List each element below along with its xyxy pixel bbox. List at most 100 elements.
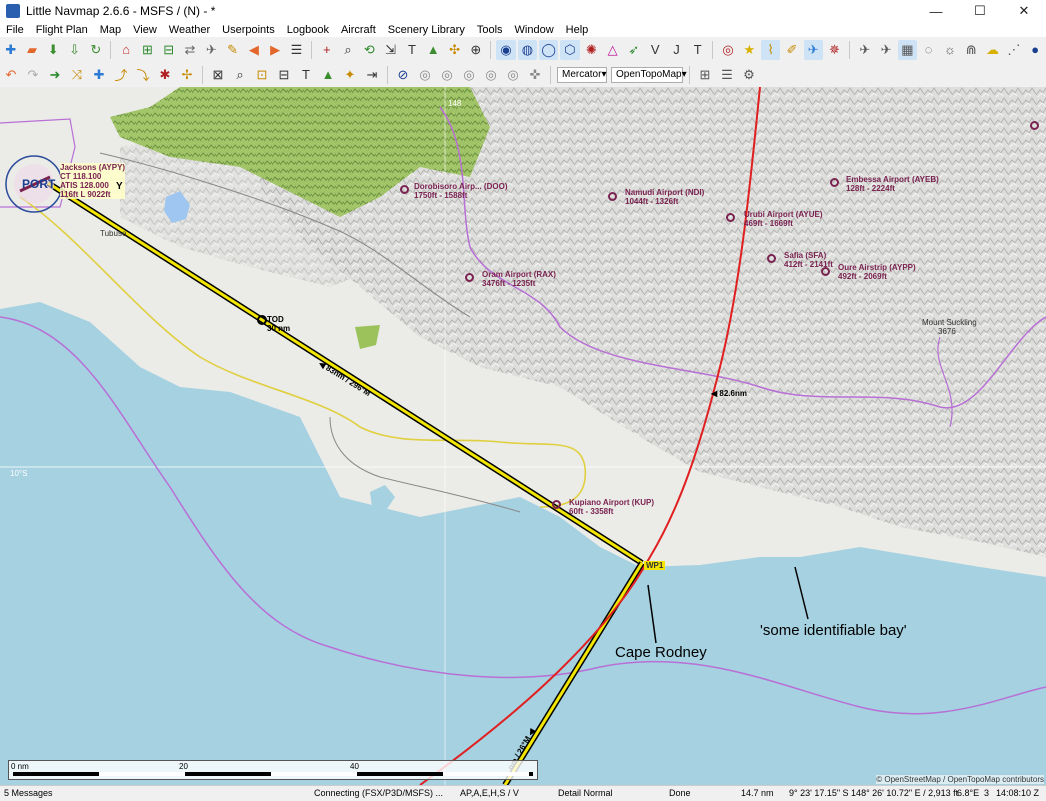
airport-marker-offscreen[interactable] xyxy=(1030,121,1039,130)
globe-icon[interactable]: ● xyxy=(1026,40,1045,60)
add-waypoint-icon[interactable]: ⊞ xyxy=(138,40,157,60)
airport-marker-kup[interactable] xyxy=(552,500,561,509)
distance-icon[interactable]: ⊘ xyxy=(393,65,413,85)
save-as-icon[interactable]: ⇩ xyxy=(65,40,84,60)
weather-icon[interactable]: ☁ xyxy=(983,40,1002,60)
airport-label-ayeb[interactable]: Embessa Airport (AYEB) 128ft - 2224ft xyxy=(846,175,939,193)
insert-icon[interactable]: ✚ xyxy=(89,65,109,85)
airport-label-doo[interactable]: Dorobisoro Airp... (DOO) 1750ft - 1588ft xyxy=(414,182,507,200)
waypoint-icon[interactable]: ◯ xyxy=(539,39,559,60)
menu-file[interactable]: File xyxy=(0,24,30,36)
menu-scenery-library[interactable]: Scenery Library xyxy=(382,24,471,36)
route-line-icon[interactable]: ⌇ xyxy=(760,39,781,60)
status-messages[interactable]: 5 Messages xyxy=(4,788,53,798)
measure-icon[interactable]: ✜ xyxy=(525,65,545,85)
reverse-icon[interactable]: ⇄ xyxy=(180,40,199,60)
range-ring3-icon[interactable]: ◎ xyxy=(459,65,479,85)
list-icon[interactable]: ☰ xyxy=(287,40,306,60)
edit-plan-icon[interactable]: ✎ xyxy=(223,40,242,60)
terrain-icon[interactable]: ▲ xyxy=(318,65,338,85)
menu-userpoints[interactable]: Userpoints xyxy=(216,24,281,36)
airport-label-ayue[interactable]: Urubi Airport (AYUE) 469ft - 1669ft xyxy=(744,210,823,228)
calc-icon[interactable]: ✈ xyxy=(202,40,221,60)
highlight-icon[interactable]: ✣ xyxy=(445,40,464,60)
nav-icon[interactable]: ⇲ xyxy=(381,40,400,60)
arrow-icon[interactable]: ➶ xyxy=(624,40,643,60)
waypoint-label-wp1[interactable]: WP1 xyxy=(644,561,666,570)
airport-label-ndi[interactable]: Namudi Airport (NDI) 1044ft - 1326ft xyxy=(625,188,704,206)
menu-aircraft[interactable]: Aircraft xyxy=(335,24,382,36)
maximize-button[interactable]: ☐ xyxy=(958,0,1002,22)
text-icon[interactable]: T xyxy=(402,40,421,60)
airport-label-kup[interactable]: Kupiano Airport (KUP) 60ft - 3358ft xyxy=(569,498,654,516)
airspace-alt-icon[interactable]: ⋒ xyxy=(962,40,981,60)
minimize-button[interactable]: — xyxy=(914,0,958,22)
range-ring5-icon[interactable]: ◎ xyxy=(503,65,523,85)
menu-flight-plan[interactable]: Flight Plan xyxy=(30,24,94,36)
back-icon[interactable]: ◀ xyxy=(244,40,263,60)
victor-icon[interactable]: V xyxy=(646,40,665,60)
route-icon[interactable]: ⊟ xyxy=(159,40,178,60)
grid-icon[interactable]: ◌ xyxy=(919,40,938,60)
range-ring-icon[interactable]: ◎ xyxy=(415,65,435,85)
close-button[interactable]: ✕ xyxy=(1002,0,1046,22)
vor-icon[interactable]: ◉ xyxy=(496,39,516,60)
descend-icon[interactable]: ⤵ xyxy=(133,65,153,85)
sun-icon[interactable]: ☼ xyxy=(940,40,959,60)
proc-icon[interactable]: ⊡ xyxy=(252,65,272,85)
airport-marker-doo[interactable] xyxy=(400,185,409,194)
airport-marker-ayue[interactable] xyxy=(726,213,735,222)
legs-icon[interactable]: ⊟ xyxy=(274,65,294,85)
new-flightplan-icon[interactable]: ✚ xyxy=(1,40,20,60)
export-icon[interactable]: ⇥ xyxy=(362,65,382,85)
forward-icon[interactable]: ▶ xyxy=(266,40,285,60)
text-tool-icon[interactable]: T xyxy=(296,65,316,85)
plugin-icon[interactable]: ⊕ xyxy=(466,40,485,60)
reload-icon[interactable]: ↻ xyxy=(86,40,105,60)
direct-icon[interactable]: ⤨ xyxy=(67,65,87,85)
triangle-icon[interactable]: △ xyxy=(603,40,622,60)
ndb-icon[interactable]: ◍ xyxy=(517,39,538,60)
airport-marker-aypp[interactable] xyxy=(821,267,830,276)
map-view[interactable]: Dorobisoro Airp... (DOO) 1750ft - 1588ft… xyxy=(0,87,1046,785)
zoom-icon[interactable]: ⌕ xyxy=(338,40,357,60)
home-icon[interactable]: ⌂ xyxy=(116,40,135,60)
star-icon[interactable]: ★ xyxy=(740,40,759,60)
airport-marker-ayeb[interactable] xyxy=(830,178,839,187)
wind-icon[interactable]: ⋰ xyxy=(1004,40,1023,60)
airport-label-rax[interactable]: Oram Airport (RAX) 3476ft - 1235ft xyxy=(482,270,556,288)
airport-icon[interactable]: + xyxy=(317,40,336,60)
theme-select[interactable]: OpenTopoMap ▾ xyxy=(611,66,687,83)
spark-icon[interactable]: ✱ xyxy=(155,65,175,85)
aircraft-trail-icon[interactable]: ✈ xyxy=(803,39,823,60)
image-icon[interactable]: ▲ xyxy=(424,40,443,60)
redo-icon[interactable]: ↷ xyxy=(23,65,43,85)
menu-tools[interactable]: Tools xyxy=(471,24,509,36)
settings-gear-icon[interactable]: ⚙ xyxy=(739,65,759,85)
range-ring2-icon[interactable]: ◎ xyxy=(437,65,457,85)
go-icon[interactable]: ➜ xyxy=(45,65,65,85)
airport-marker-sfa[interactable] xyxy=(767,254,776,263)
airport-marker-rax[interactable] xyxy=(465,273,474,282)
airspace-icon[interactable]: ✺ xyxy=(582,40,601,60)
menu-logbook[interactable]: Logbook xyxy=(281,24,335,36)
open-folder-icon[interactable]: ▰ xyxy=(22,40,41,60)
airport-marker-ndi[interactable] xyxy=(608,192,617,201)
pin-icon[interactable]: ✐ xyxy=(782,40,801,60)
ai-aircraft-icon[interactable]: ✈ xyxy=(876,40,895,60)
menu-window[interactable]: Window xyxy=(509,24,560,36)
airport-label-aypp[interactable]: Oure Airstrip (AYPP) 492ft - 2069ft xyxy=(838,263,916,281)
map-details-icon[interactable]: ⊞ xyxy=(695,65,715,85)
center-icon[interactable]: ✢ xyxy=(177,65,197,85)
target-icon[interactable]: ◎ xyxy=(718,40,737,60)
climb-icon[interactable]: ⤴ xyxy=(111,65,131,85)
projection-select[interactable]: Mercator ▾ xyxy=(557,66,607,83)
fuel-icon[interactable]: ✦ xyxy=(340,65,360,85)
menu-view[interactable]: View xyxy=(127,24,163,36)
search-icon[interactable]: ⌕ xyxy=(230,65,250,85)
compass-rose-icon[interactable]: ✵ xyxy=(825,40,844,60)
ils-icon[interactable]: ⬡ xyxy=(560,39,580,60)
flightplan-show-icon[interactable]: ⟲ xyxy=(360,40,379,60)
track-icon[interactable]: T xyxy=(688,40,707,60)
hillshade-icon[interactable]: ▦ xyxy=(897,39,918,60)
